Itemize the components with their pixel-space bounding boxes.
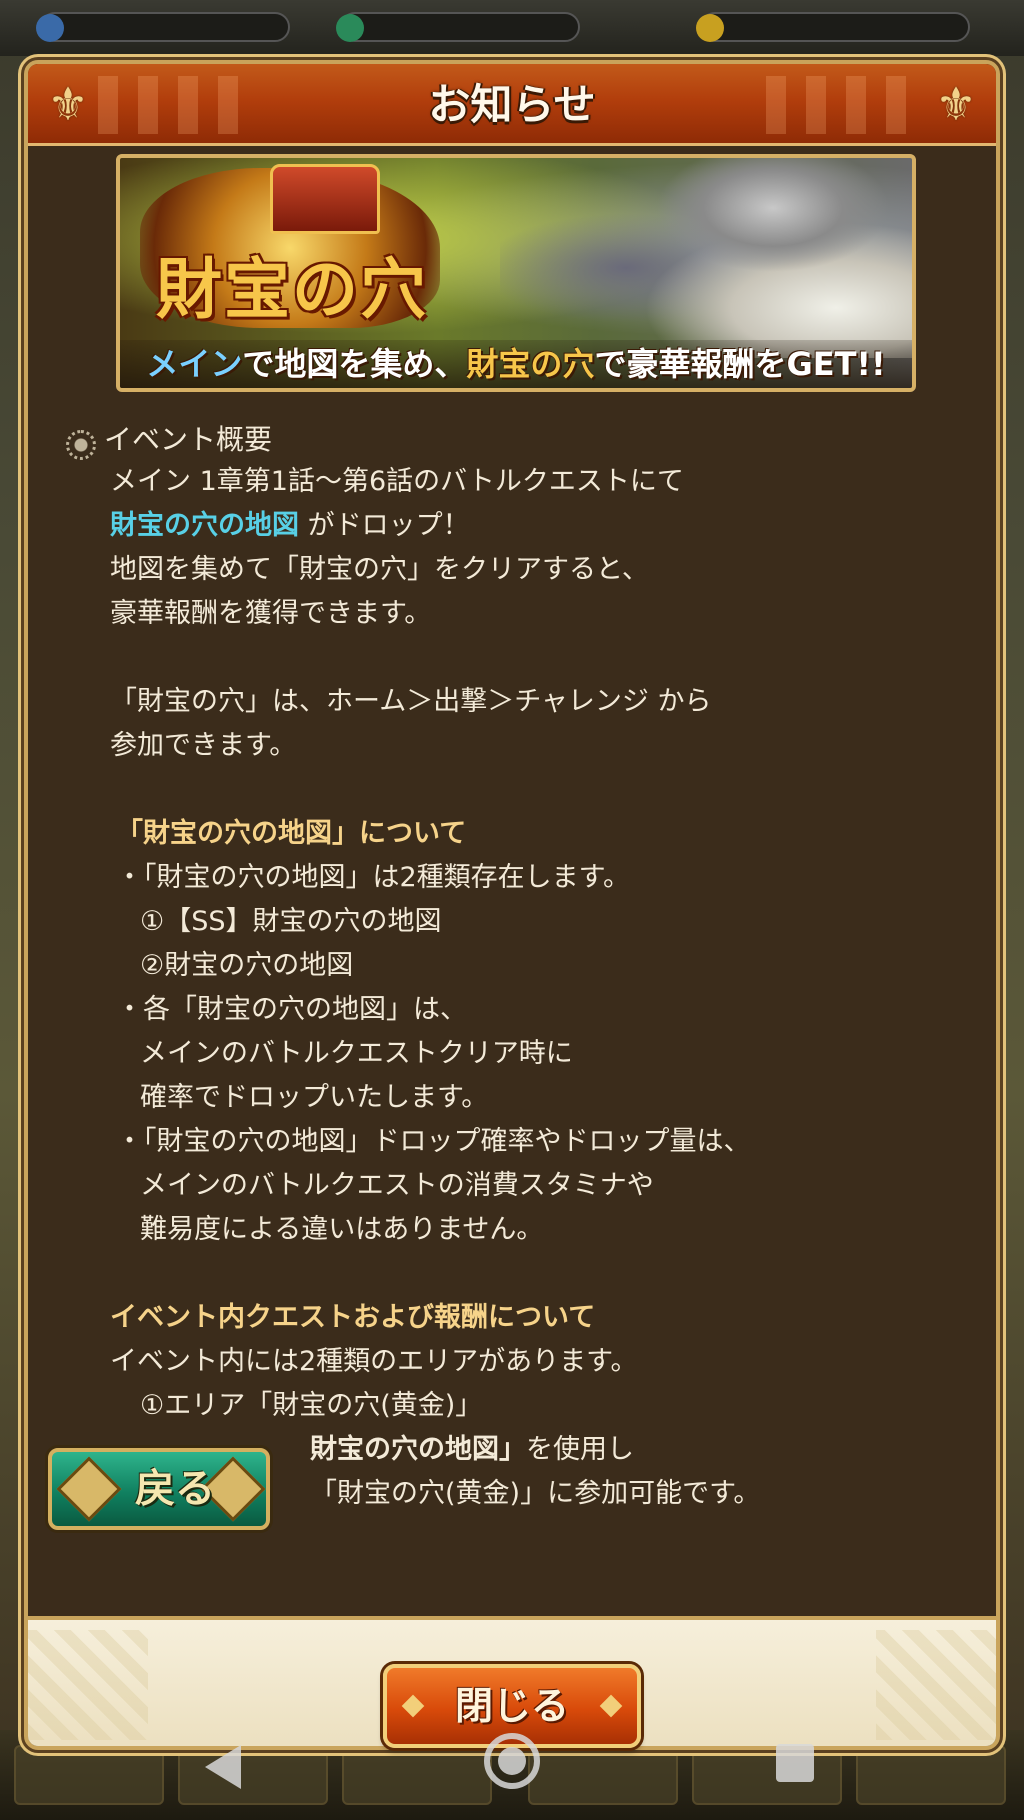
body-line: 財宝の穴の地図 がドロップ！	[110, 504, 470, 548]
resource-gem	[36, 12, 290, 42]
section-heading-overview: イベント概要	[104, 423, 273, 456]
resource-coin	[336, 12, 580, 42]
event-banner: 財宝の穴 メインで地図を集め、財宝の穴で豪華報酬をGET!!	[116, 154, 916, 392]
modal-footer: 閉じる	[28, 1616, 996, 1748]
resource-gold	[696, 12, 970, 42]
nav-home-icon[interactable]	[484, 1733, 540, 1789]
body-line: メイン 1章第1話～第6話のバトルクエストにて	[110, 466, 684, 497]
nav-back-icon[interactable]	[205, 1745, 241, 1789]
body-line: 「財宝の穴」は、ホーム＞出撃＞チャレンジ から	[110, 686, 712, 717]
body-line: 難易度による違いはありません。	[140, 1214, 544, 1245]
banner-caption: メインで地図を集め、財宝の穴で豪華報酬をGET!!	[120, 340, 912, 388]
bottom-tab	[856, 1745, 1006, 1805]
resource-bar	[0, 0, 1024, 56]
body-line: 地図を集めて「財宝の穴」をクリアすると、	[110, 554, 649, 585]
back-button-label: 戻る	[135, 1466, 215, 1512]
modal-title: お知らせ	[428, 80, 596, 129]
body-line: 確率でドロップいたします。	[140, 1082, 489, 1113]
bottom-tab	[528, 1745, 678, 1805]
back-button[interactable]: 戻る	[48, 1448, 270, 1530]
caption-part1: で地図を集め、	[242, 345, 467, 383]
caption-place: 財宝の穴	[466, 345, 595, 383]
bottom-tab	[692, 1745, 842, 1805]
body-line: メインのバトルクエストクリア時に	[140, 1038, 573, 1069]
body-line: 参加できます。	[110, 730, 297, 761]
body-line: 「財宝の穴(黄金)」に参加可能です。	[310, 1478, 761, 1509]
caption-main: メイン	[146, 345, 243, 383]
body-line: ①【SS】財宝の穴の地図	[140, 906, 442, 937]
bottom-tab	[14, 1745, 164, 1805]
body-line: イベント内には2種類のエリアがあります。	[110, 1346, 638, 1377]
body-line: ②財宝の穴の地図	[140, 950, 354, 981]
body-text: がドロップ！	[299, 510, 470, 541]
map-item-highlight: 財宝の穴の地図」	[310, 1434, 526, 1465]
body-line: ・「財宝の穴の地図」ドロップ確率やドロップ量は、	[116, 1126, 751, 1157]
body-line: 財宝の穴の地図」を使用し	[310, 1428, 634, 1472]
event-logo: 財宝の穴	[156, 251, 428, 328]
caption-part2: で豪華報酬をGET!!	[594, 345, 886, 383]
body-line: ①エリア「財宝の穴(黄金)」	[140, 1390, 483, 1421]
nav-recent-apps-icon[interactable]	[776, 1744, 814, 1782]
body-line: ・各「財宝の穴の地図」は、	[116, 994, 467, 1025]
notice-scroll-area[interactable]: 財宝の穴 メインで地図を集め、財宝の穴で豪華報酬をGET!! イベント概要 メイ…	[28, 146, 996, 1616]
body-line: メインのバトルクエストの消費スタミナや	[140, 1170, 654, 1201]
map-item-highlight: 財宝の穴の地図	[110, 510, 299, 541]
diamond-ornament-icon	[56, 1456, 122, 1522]
body-line: 豪華報酬を獲得できます。	[110, 598, 432, 629]
treasure-chest-art	[270, 164, 380, 234]
bottom-tab	[342, 1745, 492, 1805]
body-line: ・「財宝の穴の地図」は2種類存在します。	[116, 862, 630, 893]
bottom-tab	[178, 1745, 328, 1805]
footer-pattern	[876, 1630, 996, 1740]
section-heading-quest: イベント内クエストおよび報酬について	[110, 1302, 596, 1333]
body-text: を使用し	[526, 1434, 634, 1465]
footer-pattern	[28, 1630, 148, 1740]
sun-bullet-icon	[66, 430, 96, 460]
section-heading-map: 「財宝の穴の地図」について	[116, 818, 467, 849]
character-art	[500, 158, 912, 358]
modal-header: ⚜ ⚜ お知らせ	[28, 64, 996, 146]
